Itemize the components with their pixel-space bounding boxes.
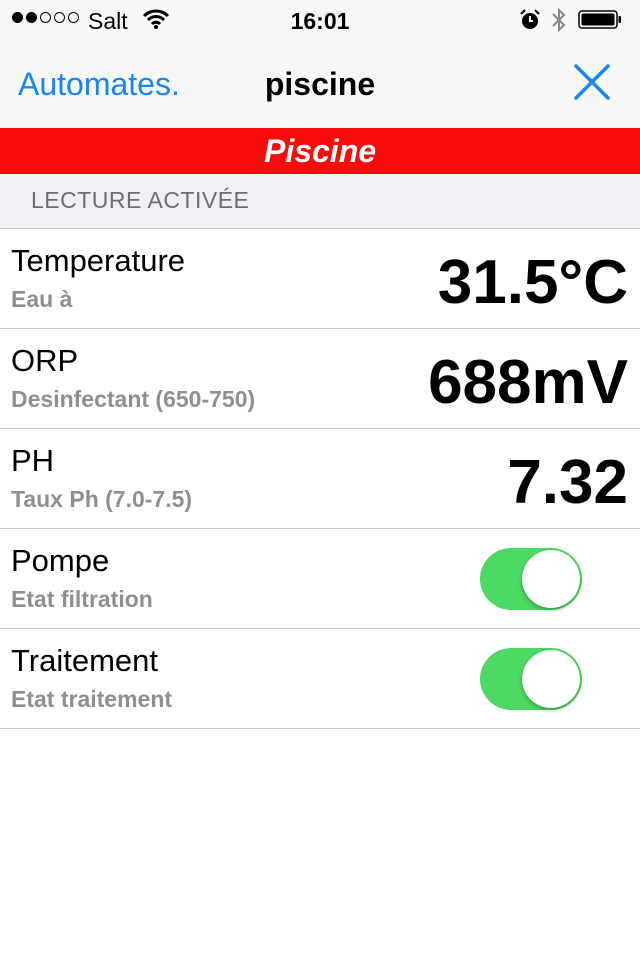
row-title: Traitement	[11, 643, 159, 678]
treatment-row: Traitement Etat traitement	[0, 629, 640, 729]
status-time: 16:01	[290, 8, 350, 34]
orp-row: ORP Desinfectant (650-750) 688mV	[0, 329, 640, 429]
toggle-knob	[522, 550, 580, 608]
section-header: LECTURE ACTIVÉE	[0, 174, 640, 229]
temperature-value: 31.5°C	[437, 248, 628, 317]
row-title: Pompe	[11, 543, 110, 578]
status-bar: Salt 16:01	[0, 0, 640, 40]
ph-value: 7.32	[507, 448, 628, 517]
row-subtitle: Etat traitement	[11, 686, 173, 712]
row-title: Temperature	[11, 243, 186, 278]
section-title: LECTURE ACTIVÉE	[31, 187, 250, 213]
orp-value: 688mV	[428, 348, 628, 417]
pool-banner: Piscine	[0, 128, 640, 174]
app-screen: Salt 16:01 Automates. piscine Piscine LE…	[0, 0, 640, 960]
navigation-bar: Automates. piscine	[0, 40, 640, 128]
row-title: ORP	[11, 343, 79, 378]
bluetooth-icon	[551, 7, 567, 38]
page-title: piscine	[264, 66, 376, 102]
temperature-row: Temperature Eau à 31.5°C	[0, 229, 640, 329]
readings-list: Temperature Eau à 31.5°C ORP Desinfectan…	[0, 229, 640, 729]
close-icon[interactable]	[572, 62, 612, 102]
treatment-toggle[interactable]	[480, 648, 582, 710]
alarm-icon	[519, 9, 541, 36]
row-subtitle: Desinfectant (650-750)	[11, 386, 256, 412]
row-subtitle: Eau à	[11, 286, 73, 312]
pump-toggle[interactable]	[480, 548, 582, 610]
battery-icon	[578, 10, 622, 29]
toggle-knob	[522, 650, 580, 708]
row-subtitle: Etat filtration	[11, 586, 153, 612]
row-title: PH	[11, 443, 55, 478]
ph-row: PH Taux Ph (7.0-7.5) 7.32	[0, 429, 640, 529]
row-subtitle: Taux Ph (7.0-7.5)	[11, 486, 193, 512]
pump-row: Pompe Etat filtration	[0, 529, 640, 629]
